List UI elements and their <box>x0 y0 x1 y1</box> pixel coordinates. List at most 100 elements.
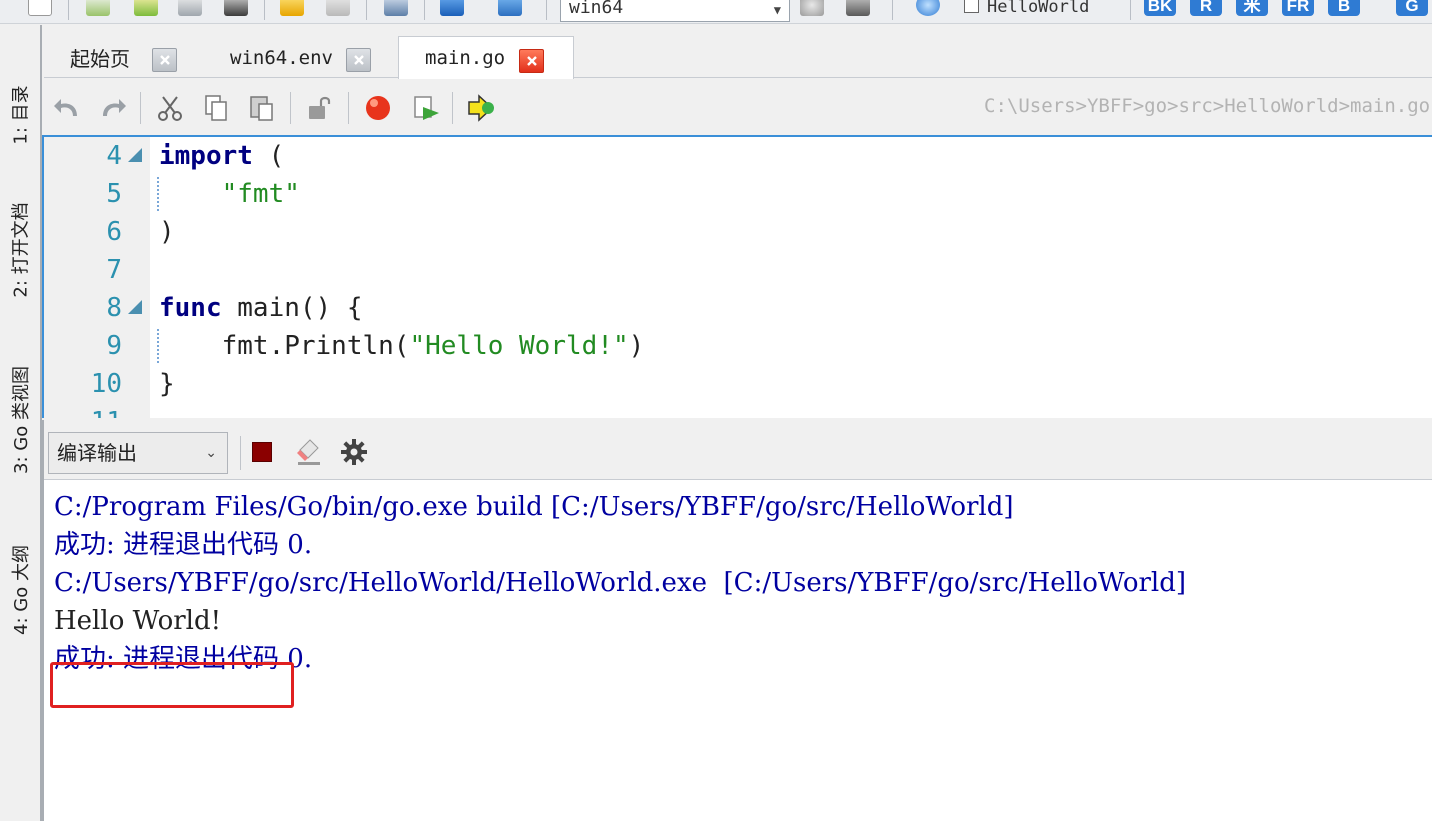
tab-label: win64.env <box>230 46 333 69</box>
output-line: C:/Program Files/Go/bin/go.exe build [C:… <box>54 492 1014 522</box>
toolbar-badge-button[interactable]: G <box>1396 0 1428 16</box>
line-number: 10 <box>90 369 122 399</box>
save-all-icon[interactable] <box>224 0 248 16</box>
toolbar-separator <box>68 0 69 20</box>
code-editor[interactable]: 4 import (5 "fmt" 6) 7 8 func main() {9 fmt.P… <box>42 135 1432 418</box>
fold-toggle-icon[interactable] <box>128 148 142 162</box>
refresh-icon[interactable] <box>800 0 824 16</box>
line-number: 11 <box>44 403 122 418</box>
new-file-icon[interactable] <box>28 0 52 16</box>
toolbar-separator <box>366 0 367 20</box>
code-line: 10} <box>44 365 1432 403</box>
clear-output-icon[interactable] <box>296 438 322 466</box>
tools-icon[interactable] <box>384 0 408 16</box>
code-string: "Hello World!" <box>409 331 629 361</box>
redo-icon[interactable] <box>96 92 128 124</box>
file-path: C:\Users>YBFF>go>src>HelloWorld>main.go <box>984 95 1431 117</box>
checkbox-icon[interactable] <box>964 0 979 13</box>
code-text: import ( <box>159 137 284 175</box>
chevron-down-icon: ▼ <box>773 3 781 17</box>
code-token: ( <box>252 141 285 171</box>
toolbar-separator <box>424 0 425 20</box>
run-icon[interactable] <box>466 92 498 124</box>
code-line: 5 "fmt" <box>44 175 1432 213</box>
back-icon[interactable] <box>280 0 304 16</box>
copy-icon[interactable] <box>200 92 232 124</box>
lock-icon[interactable] <box>304 92 336 124</box>
toolbar-badge-button[interactable]: BK <box>1144 0 1176 16</box>
code-token: ) <box>628 331 645 361</box>
close-icon[interactable] <box>346 48 371 72</box>
editor-tab-bar: 起始页 win64.env main.go <box>44 30 1432 79</box>
line-number: 9 <box>106 331 122 361</box>
line-number: 6 <box>106 217 122 247</box>
stop-output-icon[interactable] <box>252 442 272 462</box>
toolbar-separator <box>348 92 349 124</box>
breakpoint-icon[interactable] <box>362 92 394 124</box>
project-checkbox[interactable]: HelloWorld <box>964 0 1089 17</box>
line-number: 4 <box>106 141 122 171</box>
paste-icon[interactable] <box>246 92 278 124</box>
environment-value: win64 <box>569 0 624 18</box>
forward-icon[interactable] <box>326 0 350 16</box>
toolbar-separator <box>240 436 241 470</box>
toolbar-separator <box>546 0 547 20</box>
output-type-value: 编译输出 <box>57 441 137 465</box>
code-string: "fmt" <box>221 179 300 209</box>
code-keyword: import <box>159 141 253 171</box>
tab-win64-env[interactable]: win64.env <box>204 36 398 79</box>
home-icon[interactable] <box>440 0 464 16</box>
project-checkbox-label: HelloWorld <box>987 0 1090 17</box>
toolbar-separator <box>264 0 265 20</box>
cut-icon[interactable] <box>154 92 186 124</box>
environment-select[interactable]: win64 ▼ <box>560 0 790 22</box>
go-icon[interactable] <box>498 0 522 16</box>
editor-toolbar: C:\Users>YBFF>go>src>HelloWorld>main.go <box>44 80 1432 134</box>
build-icon[interactable] <box>410 92 442 124</box>
main-toolbar: win64 ▼ HelloWorld BK R 米 FR B G <box>0 0 1432 24</box>
open-file-icon[interactable] <box>134 0 158 16</box>
settings-gear-icon[interactable] <box>340 438 368 466</box>
code-token: main() { <box>221 293 363 323</box>
toolbar-separator <box>290 92 291 124</box>
toolbar-badge-button[interactable]: B <box>1328 0 1360 16</box>
code-line: 4 import ( <box>44 137 1432 175</box>
sidebar-tab-label: 1: 目录 <box>11 85 32 145</box>
highlight-annotation-box <box>50 662 294 708</box>
sidebar-tab-directory[interactable]: 1: 目录 <box>0 55 40 175</box>
output-type-select[interactable]: 编译输出 ⌄ <box>48 432 228 474</box>
toolbar-badge-button[interactable]: R <box>1190 0 1222 16</box>
output-line: C:/Users/YBFF/go/src/HelloWorld/HelloWor… <box>54 568 1187 598</box>
sidebar-tab-label: 2: 打开文档 <box>11 202 32 298</box>
output-line: 成功: 进程退出代码 0. <box>54 530 313 560</box>
toolbar-separator <box>1130 0 1131 20</box>
stop-icon[interactable] <box>846 0 870 16</box>
line-number: 5 <box>106 179 122 209</box>
line-number: 7 <box>106 255 122 285</box>
undo-icon[interactable] <box>52 92 84 124</box>
sidebar-tab-label: 3: Go 类视图 <box>11 366 33 474</box>
fold-toggle-icon[interactable] <box>128 300 142 314</box>
tab-start-page[interactable]: 起始页 <box>44 36 204 79</box>
code-token: fmt.Println( <box>159 331 410 361</box>
code-text: "fmt" <box>159 175 300 213</box>
settings-gear-icon[interactable] <box>916 0 940 16</box>
close-icon[interactable] <box>152 48 177 72</box>
close-icon[interactable] <box>519 49 544 73</box>
sidebar-tab-outline[interactable]: 4: Go 大纲 <box>0 525 40 655</box>
code-token: } <box>159 369 175 399</box>
toolbar-separator <box>140 92 141 124</box>
sidebar-tab-open-documents[interactable]: 2: 打开文档 <box>0 175 40 325</box>
toolbar-badge-button[interactable]: FR <box>1282 0 1314 16</box>
tab-main-go[interactable]: main.go <box>398 36 574 79</box>
sidebar-tab-label: 4: Go 大纲 <box>11 545 33 635</box>
output-log: C:/Program Files/Go/bin/go.exe build [C:… <box>50 488 1424 708</box>
edit-file-icon[interactable] <box>86 0 110 16</box>
code-text: } <box>159 365 175 403</box>
sidebar-tab-class-view[interactable]: 3: Go 类视图 <box>0 335 40 505</box>
toolbar-badge-button[interactable]: 米 <box>1236 0 1268 16</box>
tab-label: 起始页 <box>70 47 130 71</box>
save-file-icon[interactable] <box>178 0 202 16</box>
code-text: fmt.Println("Hello World!") <box>159 327 645 365</box>
